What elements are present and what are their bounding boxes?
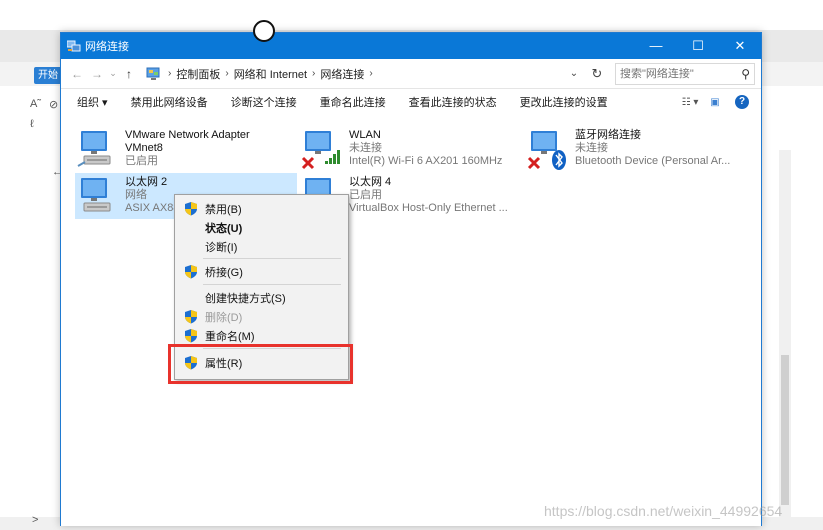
organize-menu-button[interactable]: 组织 ▾ xyxy=(77,94,108,110)
menu-item-bridge[interactable]: 桥接(G) xyxy=(175,262,348,281)
background-left-pane xyxy=(0,86,62,530)
disconnected-x-icon xyxy=(527,156,541,170)
connection-status: 未连接 xyxy=(349,142,382,154)
connection-item-vmnet8[interactable]: VMware Network Adapter VMnet8 已启用 xyxy=(75,126,297,172)
connection-status: 已启用 xyxy=(125,155,158,167)
minimize-button[interactable]: — xyxy=(635,33,677,59)
menu-item-label: 创建快捷方式(S) xyxy=(205,292,286,305)
disconnected-x-icon xyxy=(301,156,315,170)
connections-list: VMware Network Adapter VMnet8 已启用 WLAN 未… xyxy=(61,116,761,526)
connection-status: 网络 xyxy=(125,189,147,201)
annotation-highlight-box xyxy=(168,344,353,384)
network-adapter-icon xyxy=(75,173,121,219)
breadcrumb-separator-icon: › xyxy=(168,68,172,79)
wifi-adapter-icon xyxy=(299,126,345,172)
connection-device: Bluetooth Device (Personal Ar... xyxy=(575,155,731,167)
background-scrollbar-thumb[interactable] xyxy=(781,355,789,505)
preview-pane-icon[interactable]: ▣ xyxy=(705,97,725,108)
breadcrumb-control-panel[interactable]: 控制面板 xyxy=(176,66,220,82)
menu-item-diagnose[interactable]: 诊断(I) xyxy=(175,237,348,256)
breadcrumb-separator-icon[interactable]: › xyxy=(369,68,372,79)
background-expand-icon: > xyxy=(32,514,39,526)
change-settings-button[interactable]: 更改此连接的设置 xyxy=(520,94,608,110)
watermark: https://blog.csdn.net/weixin_44992654 xyxy=(544,503,783,519)
connection-item-wlan[interactable]: WLAN 未连接 Intel(R) Wi-Fi 6 AX201 160MHz xyxy=(299,126,521,172)
connection-device: ASIX AX88 xyxy=(125,202,180,214)
connection-name: WLAN xyxy=(349,129,381,141)
up-arrow-icon[interactable]: ↑ xyxy=(119,67,139,81)
command-bar: 组织 ▾ 禁用此网络设备 诊断这个连接 重命名此连接 查看此连接的状态 更改此连… xyxy=(61,89,761,115)
menu-item-label: 状态(U) xyxy=(205,222,243,235)
connection-device: Intel(R) Wi-Fi 6 AX201 160MHz xyxy=(349,155,503,167)
network-connections-app-icon xyxy=(67,40,81,52)
connection-name: 蓝牙网络连接 xyxy=(575,129,641,141)
connection-item-bluetooth[interactable]: 蓝牙网络连接 未连接 Bluetooth Device (Personal Ar… xyxy=(525,126,755,172)
menu-item-label: 重命名(M) xyxy=(205,330,255,343)
close-button[interactable]: ✕ xyxy=(719,33,761,59)
connection-name: VMware Network Adapter xyxy=(125,129,250,141)
help-icon[interactable]: ? xyxy=(735,95,749,109)
diagnose-connection-button[interactable]: 诊断这个连接 xyxy=(231,94,297,110)
menu-separator xyxy=(203,284,341,285)
back-arrow-icon[interactable]: ← xyxy=(67,67,87,81)
forward-arrow-icon[interactable]: → xyxy=(87,67,107,81)
rename-connection-button[interactable]: 重命名此连接 xyxy=(320,94,386,110)
search-input[interactable] xyxy=(620,67,730,80)
menu-item-label: 禁用(B) xyxy=(205,203,242,216)
background-start-button[interactable]: 开始 xyxy=(34,67,62,84)
network-connections-window: 网络连接 — ☐ ✕ ← → ⌄ ↑ › 控制面板 › 网络和 Internet… xyxy=(60,32,762,526)
background-font-icon: A˜ xyxy=(30,98,41,110)
maximize-button[interactable]: ☐ xyxy=(677,33,719,59)
uac-shield-icon xyxy=(185,310,197,324)
breadcrumb[interactable]: › 控制面板 › 网络和 Internet › 网络连接 › xyxy=(145,62,563,85)
background-top-strip xyxy=(0,0,823,30)
breadcrumb-network-internet[interactable]: 网络和 Internet xyxy=(234,66,307,82)
menu-item-delete: 删除(D) xyxy=(175,307,348,326)
menu-item-label: 桥接(G) xyxy=(205,266,243,279)
title-bar[interactable]: 网络连接 — ☐ ✕ xyxy=(61,33,761,59)
window-title: 网络连接 xyxy=(85,41,129,53)
connection-device: VirtualBox Host-Only Ethernet ... xyxy=(349,202,508,214)
uac-shield-icon xyxy=(185,265,197,279)
breadcrumb-separator-icon: › xyxy=(225,68,229,79)
view-status-button[interactable]: 查看此连接的状态 xyxy=(409,94,497,110)
menu-item-disable[interactable]: 禁用(B) xyxy=(175,199,348,218)
disable-device-button[interactable]: 禁用此网络设备 xyxy=(131,94,208,110)
breadcrumb-network-connections[interactable]: 网络连接 xyxy=(320,66,364,82)
uac-shield-icon xyxy=(185,202,197,216)
connection-name-continued: VMnet8 xyxy=(125,142,163,154)
menu-item-label: 删除(D) xyxy=(205,311,243,324)
search-box[interactable]: ⚲ xyxy=(615,62,755,85)
breadcrumb-separator-icon: › xyxy=(312,68,316,79)
view-options-icon[interactable]: ☷ ▾ xyxy=(675,97,705,108)
connection-status: 已启用 xyxy=(349,189,382,201)
address-bar: ← → ⌄ ↑ › 控制面板 › 网络和 Internet › 网络连接 › ⌄… xyxy=(61,59,761,89)
bluetooth-adapter-icon xyxy=(525,126,571,172)
menu-item-rename[interactable]: 重命名(M) xyxy=(175,326,348,345)
menu-separator xyxy=(203,258,341,259)
refresh-icon[interactable]: ↻ xyxy=(585,66,609,82)
connection-name: 以太网 2 xyxy=(125,176,168,188)
menu-item-label: 诊断(I) xyxy=(205,241,238,254)
background-right-pane xyxy=(760,86,823,530)
connection-status: 未连接 xyxy=(575,142,608,154)
menu-item-create-shortcut[interactable]: 创建快捷方式(S) xyxy=(175,288,348,307)
uac-shield-icon xyxy=(185,329,197,343)
search-icon[interactable]: ⚲ xyxy=(741,67,750,81)
network-adapter-icon xyxy=(75,126,121,172)
connection-name: 以太网 4 xyxy=(349,176,392,188)
background-pen-icon: ℓ xyxy=(30,118,34,130)
address-dropdown-chevron-icon[interactable]: ⌄ xyxy=(563,68,585,79)
control-panel-icon xyxy=(146,67,160,80)
menu-item-status[interactable]: 状态(U) xyxy=(175,218,348,237)
recent-locations-chevron-icon[interactable]: ⌄ xyxy=(107,68,119,79)
background-clear-icon: ⊘ xyxy=(49,99,59,111)
cursor-marker xyxy=(253,20,275,42)
